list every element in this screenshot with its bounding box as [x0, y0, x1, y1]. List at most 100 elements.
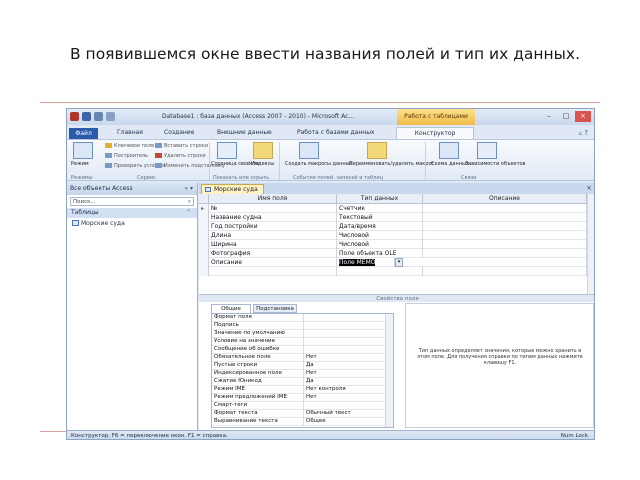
- row-selector[interactable]: [199, 240, 209, 249]
- search-icon[interactable]: ⌕: [188, 198, 191, 206]
- property-row[interactable]: Обязательное поле Нет: [212, 354, 386, 362]
- chevron-up-icon[interactable]: ⌃: [186, 208, 191, 218]
- relationships-button[interactable]: Схема данных: [431, 161, 469, 167]
- properties-scrollbar[interactable]: [385, 314, 393, 427]
- tab-general[interactable]: Общие: [211, 304, 251, 313]
- tab-create[interactable]: Создание: [164, 129, 194, 136]
- property-value[interactable]: Нет: [304, 394, 386, 402]
- data-type-cell[interactable]: Счетчик: [337, 204, 423, 213]
- data-type-cell[interactable]: Поле объекта OLE: [337, 249, 423, 258]
- row-selector[interactable]: [199, 258, 209, 267]
- maximize-icon[interactable]: □: [558, 111, 574, 122]
- field-name-cell[interactable]: №: [209, 204, 337, 213]
- save-icon[interactable]: [82, 112, 91, 121]
- rename-macro-button[interactable]: Переименовать/удалить макрос: [349, 161, 434, 167]
- close-icon[interactable]: ×: [575, 111, 591, 122]
- data-type-cell[interactable]: Числовой: [337, 231, 423, 240]
- row-selector[interactable]: ▸: [199, 204, 209, 213]
- property-row[interactable]: Пустые строки Да: [212, 362, 386, 370]
- object-dependencies-button[interactable]: Зависимости объектов: [465, 161, 526, 167]
- description-cell[interactable]: [423, 204, 587, 213]
- create-data-macros-button[interactable]: Создать макросы данных: [285, 161, 353, 167]
- data-macros-icon[interactable]: [299, 142, 319, 159]
- row-selector[interactable]: [199, 222, 209, 231]
- property-row[interactable]: Подпись: [212, 322, 386, 330]
- field-name-cell[interactable]: Название судна: [209, 213, 337, 222]
- object-dependencies-icon[interactable]: [477, 142, 497, 159]
- table-row[interactable]: [199, 267, 594, 276]
- field-name-cell[interactable]: Фотография: [209, 249, 337, 258]
- description-cell[interactable]: [423, 231, 587, 240]
- property-row[interactable]: Значение по умолчанию: [212, 330, 386, 338]
- close-document-icon[interactable]: ×: [586, 184, 592, 192]
- undo-icon[interactable]: [94, 112, 103, 121]
- property-row[interactable]: Формат текста Обычный текст: [212, 410, 386, 418]
- property-value[interactable]: [304, 346, 386, 354]
- property-row[interactable]: Смарт-теги: [212, 402, 386, 410]
- description-cell[interactable]: [423, 222, 587, 231]
- property-value[interactable]: [304, 322, 386, 330]
- row-selector[interactable]: [199, 231, 209, 240]
- property-row[interactable]: Формат поля: [212, 314, 386, 322]
- property-value[interactable]: [304, 402, 386, 410]
- property-sheet-button[interactable]: Страница свойств: [211, 161, 259, 167]
- document-tab[interactable]: Морские суда: [201, 184, 264, 194]
- description-cell[interactable]: [423, 267, 587, 276]
- indexes-button[interactable]: Индексы: [251, 161, 274, 167]
- property-sheet-icon[interactable]: [217, 142, 237, 159]
- row-selector[interactable]: [199, 267, 209, 276]
- property-value[interactable]: [304, 338, 386, 346]
- nav-item-table[interactable]: Морские суда: [67, 218, 197, 229]
- property-value[interactable]: Обычный текст: [304, 410, 386, 418]
- row-selector[interactable]: [199, 249, 209, 258]
- description-cell[interactable]: [423, 213, 587, 222]
- view-button[interactable]: Режим: [71, 161, 89, 167]
- description-cell[interactable]: [423, 240, 587, 249]
- table-row[interactable]: Год постройки Дата/время: [199, 222, 594, 231]
- nav-group-tables[interactable]: Таблицы ⌃: [67, 208, 197, 218]
- indexes-icon[interactable]: [253, 142, 273, 159]
- tab-file[interactable]: Файл: [69, 128, 98, 139]
- data-type-cell[interactable]: Дата/время: [337, 222, 423, 231]
- delete-rows-button[interactable]: Удалить строки: [155, 153, 206, 159]
- field-name-cell[interactable]: [209, 267, 337, 276]
- property-row[interactable]: Режим IME Нет контроля: [212, 386, 386, 394]
- field-name-cell[interactable]: Описание: [209, 258, 337, 267]
- insert-rows-button[interactable]: Вставить строки: [155, 143, 208, 149]
- field-name-cell[interactable]: Длина: [209, 231, 337, 240]
- primary-key-button[interactable]: Ключевое поле: [105, 143, 154, 149]
- grid-scrollbar[interactable]: [587, 194, 594, 294]
- tab-design[interactable]: Конструктор: [396, 127, 474, 139]
- description-cell[interactable]: [423, 258, 587, 267]
- property-row[interactable]: Индексированное поле Нет: [212, 370, 386, 378]
- field-name-cell[interactable]: Ширина: [209, 240, 337, 249]
- data-type-cell[interactable]: Текстовый: [337, 213, 423, 222]
- table-row[interactable]: Фотография Поле объекта OLE: [199, 249, 594, 258]
- builder-button[interactable]: Построитель: [105, 153, 148, 159]
- description-cell[interactable]: [423, 249, 587, 258]
- table-row[interactable]: Длина Числовой: [199, 231, 594, 240]
- property-value[interactable]: Общее: [304, 418, 386, 426]
- tab-database-tools[interactable]: Работа с базами данных: [297, 129, 375, 136]
- table-row[interactable]: Описание Поле MEMO ▾: [199, 258, 594, 267]
- property-value[interactable]: Нет: [304, 354, 386, 362]
- data-type-cell[interactable]: [337, 267, 423, 276]
- tab-home[interactable]: Главная: [117, 129, 143, 136]
- property-value[interactable]: Нет: [304, 370, 386, 378]
- help-icon[interactable]: ▵ ?: [579, 129, 588, 137]
- data-type-cell[interactable]: Числовой: [337, 240, 423, 249]
- nav-search-input[interactable]: Поиск... ⌕: [70, 197, 194, 206]
- table-row[interactable]: ▸ № Счетчик: [199, 204, 594, 213]
- data-type-cell[interactable]: Поле MEMO: [337, 258, 395, 267]
- redo-icon[interactable]: [106, 112, 115, 121]
- rename-macro-icon[interactable]: [367, 142, 387, 159]
- data-type-dropdown-icon[interactable]: ▾: [395, 258, 403, 267]
- property-value[interactable]: [304, 314, 386, 322]
- property-row[interactable]: Режим предложений IME Нет: [212, 394, 386, 402]
- row-selector[interactable]: [199, 213, 209, 222]
- tab-lookup[interactable]: Подстановка: [253, 304, 297, 313]
- property-row[interactable]: Сообщение об ошибке: [212, 346, 386, 354]
- collapse-icon[interactable]: « ▾: [184, 183, 193, 195]
- relationships-icon[interactable]: [439, 142, 459, 159]
- property-value[interactable]: Да: [304, 378, 386, 386]
